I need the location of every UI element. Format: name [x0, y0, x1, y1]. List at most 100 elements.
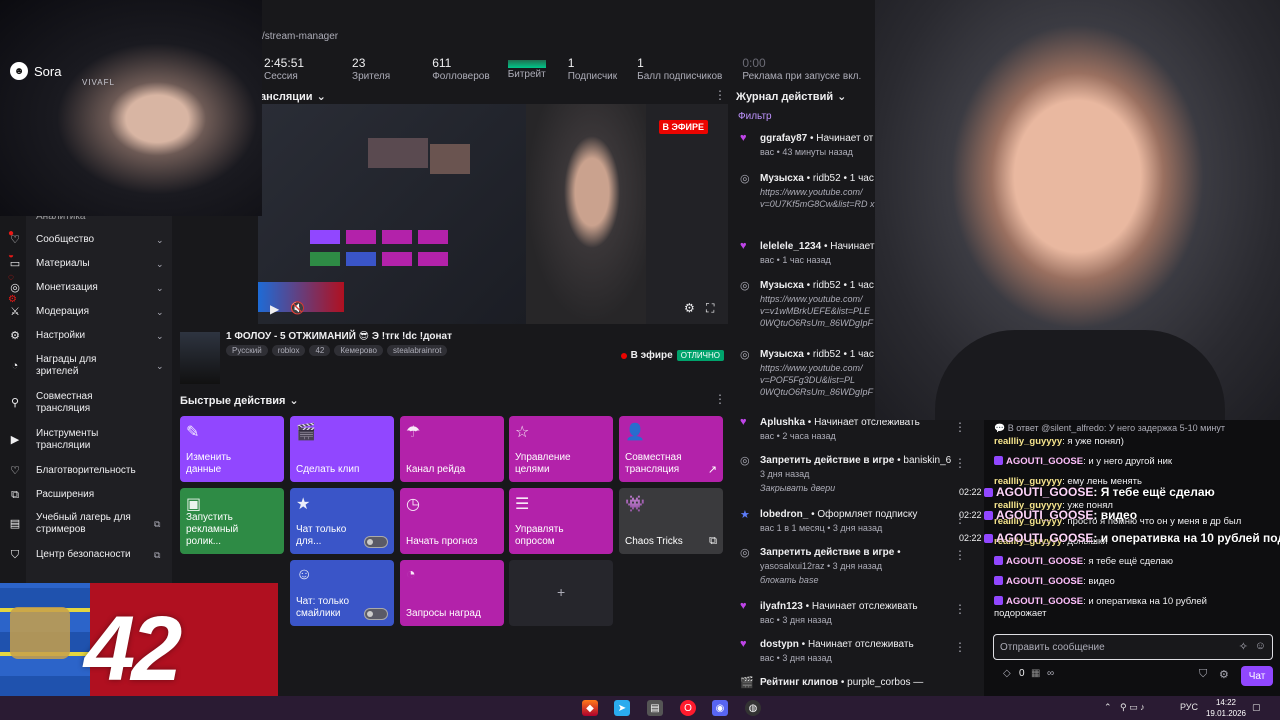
more-options-icon[interactable]: ⋮	[714, 392, 726, 406]
toggle-switch[interactable]	[364, 608, 388, 620]
preview-section-header[interactable]: ансляции ⌄	[260, 90, 326, 104]
more-options-icon[interactable]: ⋮	[954, 456, 966, 470]
stat-label: Подписчик	[567, 71, 618, 82]
chat-input-box[interactable]: ✧ ☺	[993, 634, 1273, 660]
activity-item[interactable]: ★ lobedron_ • Оформляет подписку вас 1 в 1…	[740, 508, 960, 544]
more-options-icon[interactable]: ⋮	[714, 88, 726, 102]
more-options-icon[interactable]: ⋮	[954, 602, 966, 616]
sidebar-item-content[interactable]: ▭ Материалы ⌄	[10, 258, 164, 270]
edit-info-button[interactable]: ✎ Изменить данные	[180, 416, 284, 482]
add-action-button[interactable]: +	[509, 560, 613, 626]
tray-icons[interactable]: ⚲ ▭ ♪	[1120, 702, 1145, 713]
sidebar-item-moderation[interactable]: ⚔ Модерация ⌄	[10, 306, 163, 318]
bits-icon[interactable]: ✧	[1239, 640, 1248, 653]
chat-message[interactable]: AGOUTI_GOOSE: и у него другой ник	[994, 456, 1278, 468]
stats-bar: 2:45:51 Сессия 23 Зрителя 611 Фолловеров Би…	[258, 52, 878, 88]
system-clock[interactable]: 14:22 19.01.2026	[1206, 697, 1246, 719]
manage-poll-button[interactable]: ☰ Управлять опросом	[509, 488, 613, 554]
obs-icon[interactable]: ◍	[745, 700, 761, 716]
sidebar-item-charity[interactable]: ♡ Благотворительность	[10, 465, 136, 477]
shield-icon[interactable]: ⛉	[1199, 668, 1207, 681]
stream-info[interactable]: 1 ФОЛОУ - 5 ОТЖИМАНИЙ 😎 Э !тгк !dc !дона…	[180, 330, 728, 386]
ad-icon: ▣	[186, 496, 202, 513]
chat-username[interactable]: reallliy_guyyyy	[994, 436, 1062, 447]
play-icon[interactable]: ▶	[270, 302, 279, 316]
stream-preview[interactable]: В ЭФИРЕ ▶ 🔇 ⚙ ⛶	[258, 104, 728, 324]
raid-channel-button[interactable]: ☂ Канал рейда	[400, 416, 504, 482]
app-icon[interactable]: ▤	[647, 700, 663, 716]
more-options-icon[interactable]: ⋮	[954, 420, 966, 434]
stat-ads: 0:00 Реклама при запуске вкл.	[736, 52, 867, 88]
arrow-out-icon: ↗	[707, 464, 717, 476]
chaos-tricks-button[interactable]: 👾 Chaos Tricks ⧉	[619, 488, 723, 554]
community-icon: ♡	[10, 234, 20, 246]
fullscreen-icon[interactable]: ⛶	[706, 301, 714, 316]
more-options-icon[interactable]: ⋮	[954, 548, 966, 562]
send-chat-button[interactable]: Чат	[1241, 666, 1273, 686]
sidebar-item-settings[interactable]: ⚙ Настройки ⌄	[10, 330, 163, 342]
activity-time: вас • 3 дня назад	[760, 615, 832, 625]
reward-requests-button[interactable]: ◔ Запросы наград	[400, 560, 504, 626]
sidebar-item-safety[interactable]: ⛉ Центр безопасности ⧉	[11, 549, 161, 561]
chat-message[interactable]: AGOUTI_GOOSE: и оперативка на 10 рублей …	[994, 596, 1254, 620]
quick-actions-header[interactable]: Быстрые действия ⌄	[180, 394, 299, 408]
sidebar-item-tools[interactable]: ▶ Инструменты трансляции	[11, 428, 130, 452]
tray-chevron-icon[interactable]: ⌃	[1104, 702, 1112, 713]
tag[interactable]: Кемерово	[334, 345, 383, 356]
chat-username[interactable]: AGOUTI_GOOSE	[1006, 576, 1083, 587]
emoji-icon[interactable]: ☺	[1255, 640, 1266, 652]
activity-item[interactable]: 🎬 Рейтинг клипов • purple_corbos —	[740, 676, 960, 692]
channel-points-icon[interactable]: ◇	[1003, 668, 1011, 679]
run-ad-button[interactable]: ▣ Запустить рекламный ролик...	[180, 488, 284, 554]
sidebar-item-bootcamp[interactable]: ▤ Учебный лагерь для стримеров ⧉	[10, 512, 161, 536]
emote-icon[interactable]: ▦	[1031, 668, 1040, 679]
input-language[interactable]: РУС	[1180, 702, 1198, 712]
tag[interactable]: stealabrainrot	[386, 345, 448, 356]
emote-only-chat-button[interactable]: ☺ Чат: только смайлики	[290, 560, 394, 626]
make-clip-button[interactable]: 🎬 Сделать клип	[290, 416, 394, 482]
activity-item[interactable]: ♥ dostypn • Начинает отслеживать вас • 3 д…	[740, 638, 960, 674]
opera-icon[interactable]: O	[680, 700, 696, 716]
activity-item[interactable]: ♥ ilyafn123 • Начинает отслеживать вас • 3…	[740, 600, 960, 636]
sidebar-item-extensions[interactable]: ⧉ Расширения	[11, 489, 94, 501]
chat-username[interactable]: AGOUTI_GOOSE	[1006, 596, 1083, 607]
stream-tags: Русский roblox 42 Кемерово stealabrainro…	[226, 345, 448, 356]
activity-item[interactable]: ♥ Aplushka • Начинает отслеживать вас • 2 …	[740, 416, 960, 454]
chat-message[interactable]: reallliy_guyyyy: я уже понял)	[994, 436, 1278, 448]
collab-stream-button[interactable]: 👤 Совместная трансляция ↗	[619, 416, 723, 482]
chat-input[interactable]	[1000, 635, 1220, 659]
activity-feed-header[interactable]: Журнал действий ⌄	[736, 90, 846, 104]
browser-icon[interactable]: ◆	[582, 700, 598, 716]
discord-icon[interactable]: ◉	[712, 700, 728, 716]
sidebar-item-monetization[interactable]: ◎ Монетизация ⌄	[10, 282, 163, 294]
stat-sub-points: 1 Балл подписчиков	[631, 52, 728, 88]
notifications-icon[interactable]: ▢	[1252, 702, 1261, 713]
start-prediction-button[interactable]: ◷ Начать прогноз	[400, 488, 504, 554]
sub-only-chat-button[interactable]: ★ Чат только для...	[290, 488, 394, 554]
tag[interactable]: roblox	[271, 345, 306, 356]
tag[interactable]: Русский	[226, 345, 268, 356]
heart-icon: ♥	[740, 132, 747, 144]
chat-message[interactable]: AGOUTI_GOOSE: я тебе ещё сделаю	[994, 556, 1278, 568]
volume-mute-icon[interactable]: 🔇	[290, 301, 305, 315]
sidebar-item-collab[interactable]: ⚲ Совместная трансляция	[11, 391, 122, 415]
manage-goals-button[interactable]: ☆ Управление целями	[509, 416, 613, 482]
settings-icon[interactable]: ⚙	[8, 294, 17, 305]
gear-icon[interactable]: ⚙	[1219, 668, 1229, 681]
chat-username[interactable]: AGOUTI_GOOSE	[1006, 456, 1083, 467]
sidebar-item-community[interactable]: ♡ Сообщество ⌄	[10, 234, 163, 246]
stat-label: Битрейт	[507, 69, 546, 80]
activity-item[interactable]: ◎ Запретить действие в игре • baniskin_6 3…	[740, 454, 960, 506]
gear-icon[interactable]: ⚙	[684, 301, 695, 315]
category-thumbnail[interactable]	[180, 332, 220, 384]
activity-item[interactable]: ◎ Запретить действие в игре • yasosalxui12…	[740, 546, 960, 598]
chat-username[interactable]: AGOUTI_GOOSE	[1006, 556, 1083, 567]
infinity-icon[interactable]: ∞	[1047, 668, 1054, 679]
toggle-switch[interactable]	[364, 536, 388, 548]
more-options-icon[interactable]: ⋮	[954, 640, 966, 654]
telegram-icon[interactable]: ➤	[614, 700, 630, 716]
action-label: Чат только для...	[296, 524, 347, 547]
tag[interactable]: 42	[309, 345, 331, 356]
chat-message[interactable]: AGOUTI_GOOSE: видео	[994, 576, 1278, 588]
sidebar-item-viewer-rewards[interactable]: ◔ Награды для зрителей ⌄	[12, 354, 164, 378]
